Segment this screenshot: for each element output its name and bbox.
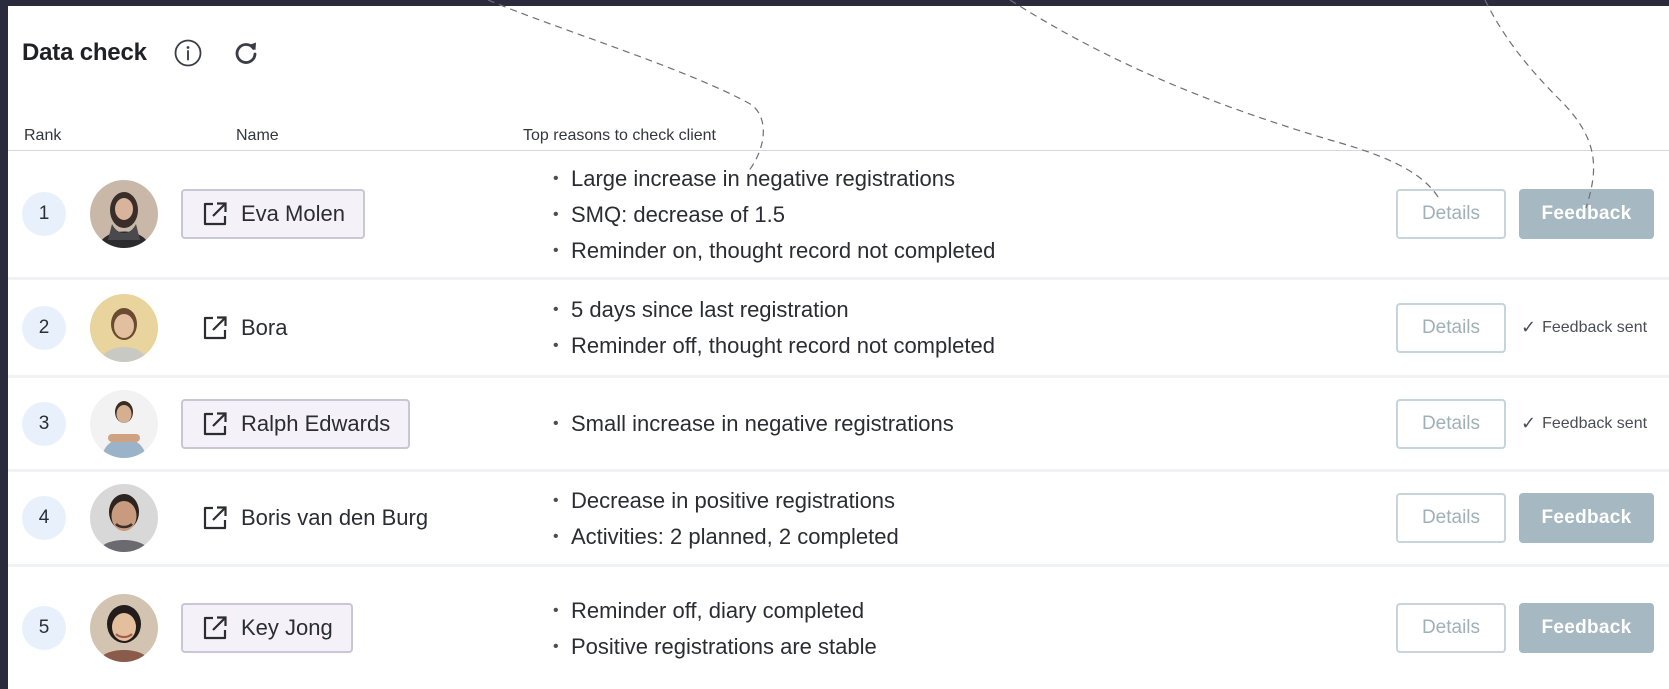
reason-text: 5 days since last registration: [571, 297, 849, 322]
reason-text: Reminder off, diary completed: [571, 597, 865, 623]
details-button[interactable]: Details: [1396, 493, 1506, 543]
column-header-name: Name: [236, 127, 279, 144]
client-name-link[interactable]: Eva Molen: [181, 189, 365, 239]
reason-text: SMQ: decrease of 1.5: [571, 201, 785, 227]
table-row: 5 Key Jong • Reminder off, diary completed •…: [8, 567, 1669, 689]
details-button[interactable]: Details: [1396, 603, 1506, 653]
client-name-link[interactable]: Ralph Edwards: [181, 398, 411, 449]
bullet-icon: •: [553, 491, 559, 509]
column-header-rank: Rank: [24, 127, 62, 144]
list-item: • Decrease in positive registrations: [553, 483, 899, 519]
feedback-sent-label: Feedback sent: [1542, 318, 1648, 336]
table-row: 1 Eva Molen • Large increase in negative re…: [8, 151, 1669, 277]
avatar: [90, 180, 158, 248]
client-name: Bora: [241, 314, 288, 340]
list-item: • SMQ: decrease of 1.5: [553, 197, 995, 233]
list-item: • 5 days since last registration: [553, 292, 995, 328]
client-name: Ralph Edwards: [241, 410, 391, 436]
external-link-icon: [201, 314, 229, 342]
column-header-reasons: Top reasons to check client: [523, 127, 716, 144]
reasons-list: • Small increase in negative registration…: [553, 406, 954, 442]
page-title: Data check: [22, 39, 147, 66]
refresh-icon[interactable]: [231, 38, 261, 68]
feedback-button[interactable]: Feedback: [1519, 493, 1654, 543]
list-item: • Positive registrations are stable: [553, 629, 877, 665]
client-name: Boris van den Burg: [241, 505, 429, 530]
bullet-icon: •: [553, 301, 559, 318]
data-check-panel: Data check Rank Name Top reasons to chec…: [8, 6, 1669, 689]
avatar: [90, 389, 158, 458]
table-row: 4 Boris van den Burg • Decrease in positive…: [8, 472, 1669, 564]
table-row: 3 Ralph Edwards • Small increase in negativ…: [8, 378, 1669, 469]
check-icon: ✓: [1521, 317, 1537, 337]
details-button[interactable]: Details: [1396, 189, 1506, 239]
panel-header: Data check: [22, 38, 261, 68]
rank-badge: 5: [22, 606, 66, 650]
external-link-icon: [201, 614, 229, 642]
client-name-link[interactable]: Bora: [181, 303, 307, 353]
client-name-link[interactable]: Key Jong: [181, 603, 353, 653]
client-name: Key Jong: [241, 615, 333, 640]
list-item: • Reminder on, thought record not complet…: [553, 233, 995, 269]
reason-text: Decrease in positive registrations: [571, 487, 896, 513]
bullet-icon: •: [553, 205, 559, 223]
avatar: [90, 293, 158, 362]
info-icon[interactable]: [173, 38, 203, 68]
reasons-list: • 5 days since last registration • Reminder…: [553, 292, 995, 364]
details-button[interactable]: Details: [1396, 302, 1506, 353]
reason-text: Reminder off, thought record not complet…: [571, 333, 995, 358]
list-item: • Small increase in negative registration…: [553, 406, 954, 442]
bullet-icon: •: [553, 415, 559, 432]
feedback-sent-status: ✓ Feedback sent: [1521, 303, 1647, 353]
table-row: 2 Bora • 5 days since last registration • Rem…: [8, 280, 1669, 375]
feedback-button[interactable]: Feedback: [1519, 603, 1654, 653]
rank-badge: 3: [22, 401, 66, 446]
check-icon: ✓: [1521, 413, 1537, 433]
feedback-sent-status: ✓ Feedback sent: [1521, 399, 1647, 449]
list-item: • Activities: 2 planned, 2 completed: [553, 519, 899, 555]
reason-text: Activities: 2 planned, 2 completed: [571, 523, 899, 549]
avatar: [90, 484, 158, 552]
external-link-icon: [201, 410, 229, 438]
bullet-icon: •: [553, 169, 559, 187]
external-link-icon: [201, 200, 229, 228]
reason-text: Small increase in negative registrations: [571, 411, 954, 436]
list-item: • Reminder off, thought record not comple…: [553, 328, 995, 364]
bullet-icon: •: [553, 637, 559, 655]
details-button[interactable]: Details: [1396, 398, 1506, 449]
feedback-sent-label: Feedback sent: [1542, 414, 1648, 432]
reasons-list: • Large increase in negative registration…: [553, 161, 995, 269]
bullet-icon: •: [553, 601, 559, 619]
rank-badge: 1: [22, 192, 66, 236]
client-name-link[interactable]: Boris van den Burg: [181, 493, 448, 543]
list-item: • Reminder off, diary completed: [553, 593, 877, 629]
bullet-icon: •: [553, 337, 559, 354]
reason-text: Positive registrations are stable: [571, 633, 877, 659]
rank-badge: 2: [22, 305, 66, 350]
list-item: • Large increase in negative registration…: [553, 161, 995, 197]
rank-badge: 4: [22, 496, 66, 540]
feedback-button[interactable]: Feedback: [1519, 189, 1654, 239]
reasons-list: • Reminder off, diary completed • Positive …: [553, 593, 877, 665]
reason-text: Reminder on, thought record not complete…: [571, 237, 996, 263]
reasons-list: • Decrease in positive registrations • Acti…: [553, 483, 899, 555]
avatar: [90, 594, 158, 662]
bullet-icon: •: [553, 241, 559, 259]
bullet-icon: •: [553, 527, 559, 545]
reason-text: Large increase in negative registrations: [571, 165, 956, 191]
client-name: Eva Molen: [241, 201, 345, 226]
external-link-icon: [201, 504, 229, 532]
